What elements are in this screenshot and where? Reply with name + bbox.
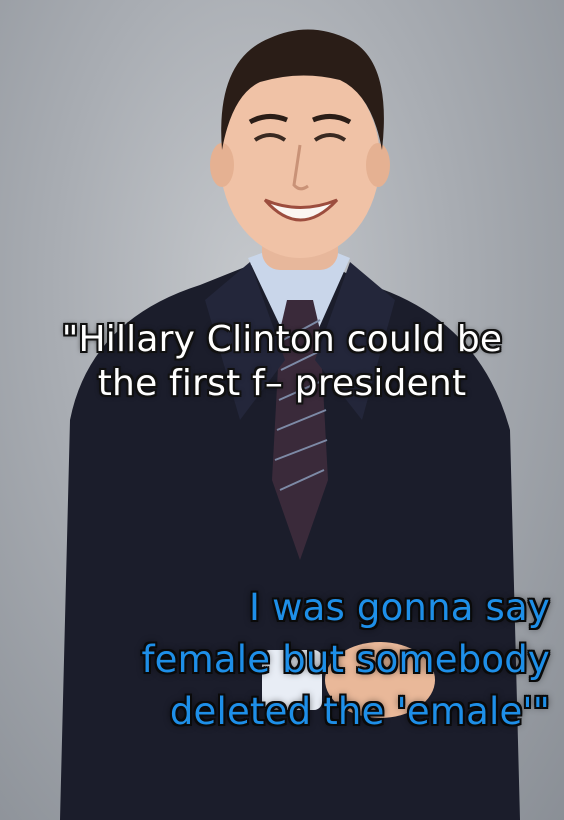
- bottom-caption-line-2: female but somebody: [141, 638, 550, 681]
- top-caption: "Hillary Clinton could be the first f– p…: [0, 318, 564, 406]
- meme-image: "Hillary Clinton could be the first f– p…: [0, 0, 564, 820]
- bottom-caption-line-3: deleted the 'emale'": [169, 690, 550, 733]
- bottom-caption: I was gonna say female but somebody dele…: [0, 582, 564, 738]
- top-caption-line-1: "Hillary Clinton could be: [61, 319, 503, 360]
- bottom-caption-line-1: I was gonna say: [249, 586, 550, 629]
- top-caption-line-2: the first f– president: [97, 363, 467, 404]
